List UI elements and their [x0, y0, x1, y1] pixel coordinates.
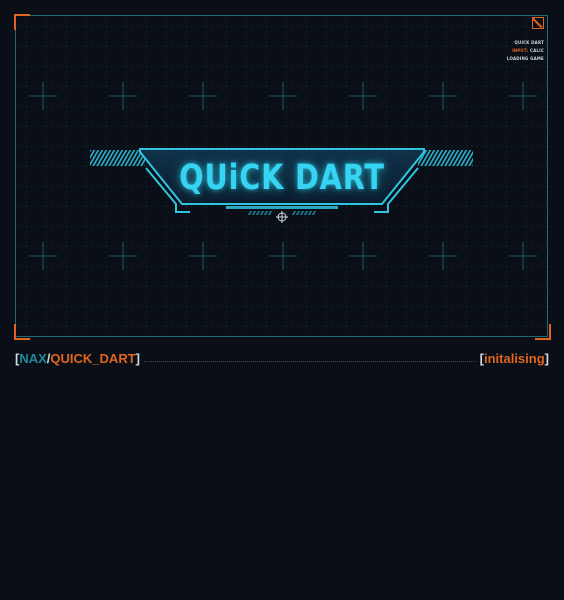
crosshair-icon [276, 211, 288, 223]
status-text: initalising [483, 350, 545, 366]
path-game-name[interactable]: QUICK_DART [50, 351, 135, 366]
path-nax[interactable]: NAX [19, 351, 46, 366]
stripes-left [90, 150, 145, 166]
status-close-bracket: ] [544, 350, 549, 366]
accent-stripes-r [292, 211, 316, 215]
status-bar: [ NAX / QUICK_DART ] [ initalising ] [15, 349, 549, 367]
path-close-bracket: ] [135, 350, 140, 366]
stripes-right [418, 150, 473, 166]
dotted-separator [144, 360, 476, 362]
accent-bar [226, 206, 338, 209]
accent-stripes-l [248, 211, 272, 215]
game-title: QUiCK DART [179, 158, 385, 198]
